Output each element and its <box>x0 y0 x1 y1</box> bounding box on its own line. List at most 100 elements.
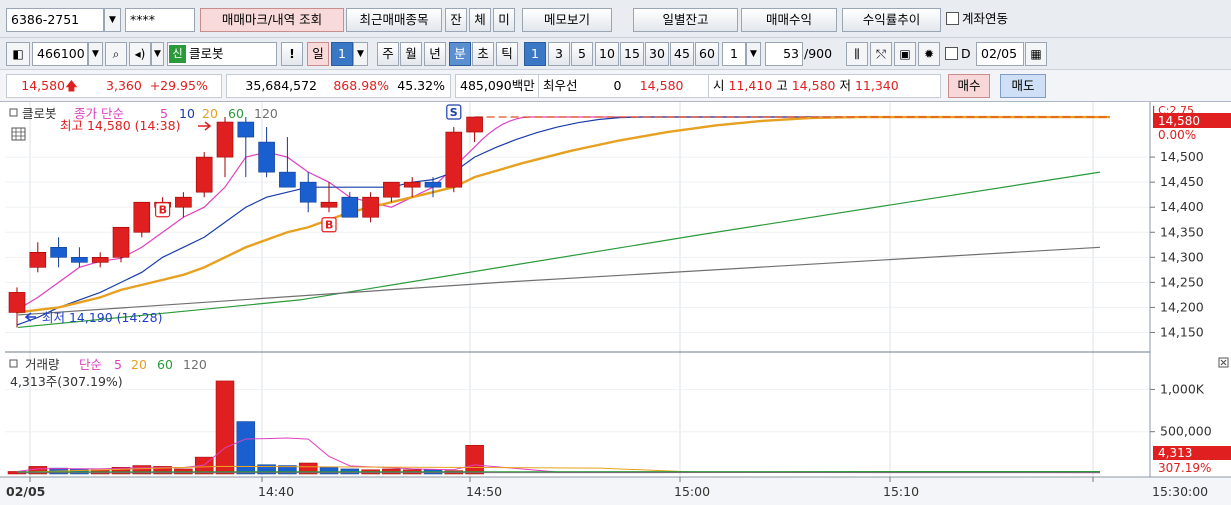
chevron-down-icon: ▼ <box>750 49 757 59</box>
memo-button[interactable]: 메모보기 <box>522 8 612 32</box>
volume-tick-label: 1,000K <box>1160 381 1205 396</box>
time-tick-label: 14:40 <box>258 484 294 499</box>
tab-minute[interactable]: 분 <box>449 42 471 66</box>
account-dropdown[interactable]: ▼ <box>104 8 121 32</box>
candle-body <box>445 131 463 188</box>
legend-vol-ma-20: 20 <box>131 357 147 372</box>
interval-button-1[interactable]: 1 <box>524 42 546 66</box>
save-icon[interactable]: ▣ <box>894 42 916 66</box>
trade-mark-button[interactable]: 매매마크/내역 조회 <box>200 8 344 32</box>
tab-year[interactable]: 년 <box>424 42 446 66</box>
sell-button[interactable]: 매도 <box>1000 74 1046 98</box>
crosshair-icon[interactable]: ⤲ <box>870 42 892 66</box>
count-field[interactable]: 1 <box>722 42 746 66</box>
buy-button[interactable]: 매수 <box>948 74 990 98</box>
interval-button-45[interactable]: 45 <box>670 42 694 66</box>
tab-day[interactable]: 일 <box>307 42 329 66</box>
account-link-checkbox[interactable]: 계좌연동 <box>946 8 1008 30</box>
tab-second[interactable]: 초 <box>472 42 494 66</box>
layout-icon[interactable]: ◧ <box>6 42 30 66</box>
candle-body <box>50 246 67 258</box>
date-checkbox[interactable]: D <box>945 43 971 65</box>
volume-box: 35,684,572 868.98% 45.32% <box>226 74 451 98</box>
time-tick-label: 14:50 <box>466 484 502 499</box>
chart-area[interactable]: B B S 14,150 14,200 14,250 14,300 14,350 14,400… <box>0 102 1231 505</box>
best-value: 0 <box>613 78 622 93</box>
open-value: 11,410 <box>728 78 773 93</box>
best-label: 최우선 <box>543 78 578 93</box>
filled-button[interactable]: 잔 <box>445 8 467 32</box>
warning-button[interactable]: ! <box>281 42 303 66</box>
current-volume-label: 4,313주(307.19%) <box>10 374 123 389</box>
interval-button-60[interactable]: 60 <box>695 42 719 66</box>
tab-week[interactable]: 주 <box>377 42 399 66</box>
candle-body <box>133 201 151 233</box>
ohl-box: 시 11,410 고 14,580 저 11,340 <box>709 74 941 98</box>
trade-marker-label: B <box>159 204 167 217</box>
open-label: 시 <box>713 78 725 93</box>
trade-value: 485,090백만 <box>455 74 539 98</box>
count-dropdown[interactable]: ▼ <box>746 42 761 66</box>
candle-body <box>237 121 255 138</box>
candle-body <box>362 196 379 218</box>
ratio2: 45.32% <box>397 78 445 93</box>
tab-tick[interactable]: 틱 <box>496 42 518 66</box>
unfilled-button[interactable]: 미 <box>493 8 515 32</box>
price-tag: 14,580 <box>1158 114 1200 128</box>
recent-trades-button[interactable]: 최근매매종목 <box>346 8 442 32</box>
legend-vol-ma-label: 단순 <box>79 357 102 372</box>
candle-body <box>175 196 192 208</box>
interval-button-15[interactable]: 15 <box>620 42 644 66</box>
price-tick-label: 14,300 <box>1160 249 1204 264</box>
legend-stock-name: 클로봇 <box>22 106 57 121</box>
legend-ma-10: 10 <box>179 106 195 121</box>
legend-ma-20: 20 <box>202 106 218 121</box>
password-field[interactable]: **** <box>125 8 195 32</box>
time-tick-label: 15:30:00 <box>1152 484 1208 499</box>
low-annotation: 최저 14,190 (14:28) <box>42 310 162 325</box>
stock-name-label: 클로봇 <box>189 46 224 61</box>
trade-profit-button[interactable]: 매매수익 <box>741 8 837 32</box>
candle-body <box>91 257 109 263</box>
volume-tick-label: 500,000 <box>1160 424 1212 439</box>
sound-dropdown[interactable]: ▼ <box>151 42 164 66</box>
date-field[interactable]: 02/05 <box>976 42 1024 66</box>
volume-value: 35,684,572 <box>245 78 317 93</box>
tab-month[interactable]: 월 <box>400 42 422 66</box>
best-box: 최우선 0 14,580 <box>539 74 709 98</box>
price-tick-label: 14,400 <box>1160 199 1204 214</box>
page-count-field[interactable]: 53 <box>765 42 803 66</box>
daily-balance-button[interactable]: 일별잔고 <box>633 8 738 32</box>
calendar-icon[interactable]: ▦ <box>1025 42 1047 66</box>
low-label: 저 <box>839 78 851 93</box>
candle-body <box>320 201 338 208</box>
high-annotation: 최고 14,580 (14:38) <box>60 118 180 133</box>
candle-body <box>112 226 130 258</box>
stock-name-field[interactable]: 신 클로봇 <box>167 42 277 66</box>
interval-button-10[interactable]: 10 <box>595 42 619 66</box>
interval-button-5[interactable]: 5 <box>571 42 593 66</box>
speaker-icon[interactable]: ◂) <box>129 42 151 66</box>
interval-button-30[interactable]: 30 <box>645 42 669 66</box>
candle-body <box>299 181 317 203</box>
candle-body <box>424 181 442 188</box>
price-tick-label: 14,150 <box>1160 324 1204 339</box>
change-rate: +29.95% <box>149 78 208 93</box>
day-value-field[interactable]: 1 <box>331 42 353 66</box>
search-icon[interactable]: ⌕ <box>105 42 127 66</box>
chevron-down-icon: ▼ <box>109 15 116 25</box>
return-trend-button[interactable]: 수익률추이 <box>842 8 941 32</box>
gear-icon[interactable]: ✹ <box>918 42 940 66</box>
contract-button[interactable]: 체 <box>469 8 491 32</box>
day-dropdown[interactable]: ▼ <box>353 42 368 66</box>
checkbox-icon <box>946 12 959 25</box>
stock-code-field[interactable]: 466100 <box>32 42 88 66</box>
interval-button-3[interactable]: 3 <box>548 42 570 66</box>
volume-tag-pct: 307.19% <box>1158 461 1211 475</box>
candle-icon[interactable]: ⫼ <box>846 42 868 66</box>
stock-code-dropdown[interactable]: ▼ <box>88 42 103 66</box>
time-tick-label: 15:10 <box>883 484 919 499</box>
turnover-ratio: 868.98% <box>333 78 389 93</box>
candle-body <box>279 171 296 188</box>
account-number-field[interactable]: 6386-2751 <box>6 8 104 32</box>
